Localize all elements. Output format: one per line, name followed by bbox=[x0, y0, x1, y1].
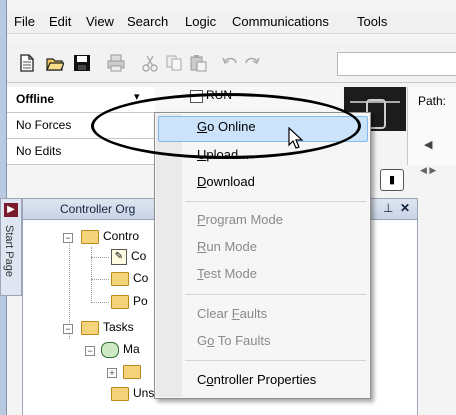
tree-line bbox=[91, 279, 109, 280]
menu-view[interactable]: View bbox=[86, 14, 114, 29]
menu-item-go-to-faults: Go To Faults bbox=[197, 333, 270, 353]
status-mode: Offline bbox=[16, 92, 54, 106]
open-folder-icon[interactable] bbox=[46, 54, 64, 72]
tree-line bbox=[91, 247, 92, 303]
organizer-title: Controller Org bbox=[60, 202, 136, 216]
tree-label: Contro bbox=[103, 229, 140, 243]
tree-line bbox=[91, 302, 109, 303]
tree-item-controller-child[interactable]: ✎ Co bbox=[111, 249, 146, 267]
toolbar-combo-field[interactable] bbox=[337, 52, 456, 76]
menu-file[interactable]: File bbox=[14, 14, 35, 29]
collapse-icon[interactable]: − bbox=[85, 346, 95, 356]
close-icon[interactable]: ✕ bbox=[400, 201, 410, 215]
tree-label: Tasks bbox=[103, 320, 134, 334]
start-page-tab[interactable]: ▶ Start Page bbox=[0, 198, 22, 296]
menu-item-text: ownload bbox=[206, 174, 255, 189]
accelerator-key: D bbox=[197, 174, 207, 189]
highlight-ellipse bbox=[91, 93, 361, 159]
menu-separator bbox=[185, 201, 366, 202]
pin-icon[interactable]: ⊥ bbox=[383, 201, 393, 215]
task-icon bbox=[101, 342, 119, 358]
expand-icon[interactable]: + bbox=[107, 368, 117, 378]
menu-separator bbox=[185, 294, 366, 295]
accelerator-key: F bbox=[231, 306, 240, 321]
folder-icon bbox=[111, 294, 129, 309]
tree-label: Ma bbox=[123, 342, 140, 357]
menu-item-run-mode: Run Mode bbox=[197, 239, 257, 259]
menu-communications[interactable]: Communications bbox=[232, 14, 329, 29]
program-icon bbox=[123, 364, 141, 379]
menu-edit[interactable]: Edit bbox=[49, 14, 71, 29]
accelerator-key: P bbox=[197, 212, 206, 227]
folder-icon bbox=[111, 271, 129, 286]
folder-icon bbox=[81, 320, 99, 335]
status-forces: No Forces bbox=[16, 118, 72, 132]
menu-item-download[interactable]: Download bbox=[197, 174, 255, 194]
new-file-icon[interactable] bbox=[18, 54, 36, 72]
left-arrow-icon[interactable]: ◀ bbox=[424, 138, 432, 151]
scroll-arrows-icon[interactable]: ◀ ▶ bbox=[420, 165, 436, 176]
menu-separator bbox=[185, 360, 366, 361]
collapse-icon[interactable]: − bbox=[63, 233, 73, 243]
redo-icon bbox=[243, 54, 261, 72]
tree-label: Po bbox=[133, 294, 148, 308]
path-label: Path: bbox=[418, 94, 447, 108]
controller-key-icon[interactable]: ▮ bbox=[380, 169, 404, 191]
folder-icon bbox=[81, 229, 99, 244]
start-page-label: Start Page bbox=[3, 225, 15, 277]
menu-item-text: ntroller Properties bbox=[213, 372, 317, 387]
paste-icon bbox=[189, 54, 207, 72]
tree-item-controller-child[interactable]: Co bbox=[111, 271, 148, 289]
menu-item-controller-properties[interactable]: Controller Properties bbox=[197, 372, 316, 392]
tree-label: Co bbox=[131, 249, 147, 264]
toolbar bbox=[7, 44, 456, 83]
save-icon[interactable] bbox=[73, 54, 91, 72]
tree-label: Co bbox=[133, 271, 149, 285]
status-edits: No Edits bbox=[16, 144, 62, 158]
menu-item-text: To Faults bbox=[214, 333, 271, 348]
folder-icon bbox=[111, 386, 129, 401]
menu-bar: File Edit View Search Logic Communicatio… bbox=[7, 11, 456, 34]
menu-item-text: rogram Mode bbox=[205, 212, 283, 227]
menu-item-test-mode: Test Mode bbox=[197, 266, 257, 286]
cut-icon bbox=[141, 54, 159, 72]
tree-line bbox=[91, 257, 109, 258]
menu-search[interactable]: Search bbox=[127, 14, 168, 29]
properties-icon: ✎ bbox=[111, 249, 127, 265]
menu-item-text: aults bbox=[239, 306, 268, 321]
menu-item-text: est Mode bbox=[203, 266, 257, 281]
menu-item-text: un Mode bbox=[206, 239, 257, 254]
menu-item-clear-faults: Clear Faults bbox=[197, 306, 267, 326]
mouse-pointer-icon bbox=[288, 126, 304, 154]
menu-item-text: C bbox=[197, 372, 207, 387]
accelerator-key: o bbox=[206, 372, 214, 387]
accelerator-key: R bbox=[197, 239, 207, 254]
menu-logic[interactable]: Logic bbox=[185, 14, 216, 29]
print-icon bbox=[107, 54, 125, 72]
menu-item-program-mode: Program Mode bbox=[197, 212, 283, 232]
start-arrow-icon: ▶ bbox=[4, 203, 18, 217]
undo-icon bbox=[221, 54, 239, 72]
menu-item-text: Clear bbox=[197, 306, 232, 321]
tree-item-controller-child[interactable]: Po bbox=[111, 294, 148, 312]
collapse-icon[interactable]: − bbox=[63, 324, 73, 334]
menu-tools[interactable]: Tools bbox=[357, 14, 387, 29]
copy-icon bbox=[165, 54, 183, 72]
menu-item-text: G bbox=[197, 333, 208, 348]
application-window: File Edit View Search Logic Communicatio… bbox=[0, 0, 456, 415]
